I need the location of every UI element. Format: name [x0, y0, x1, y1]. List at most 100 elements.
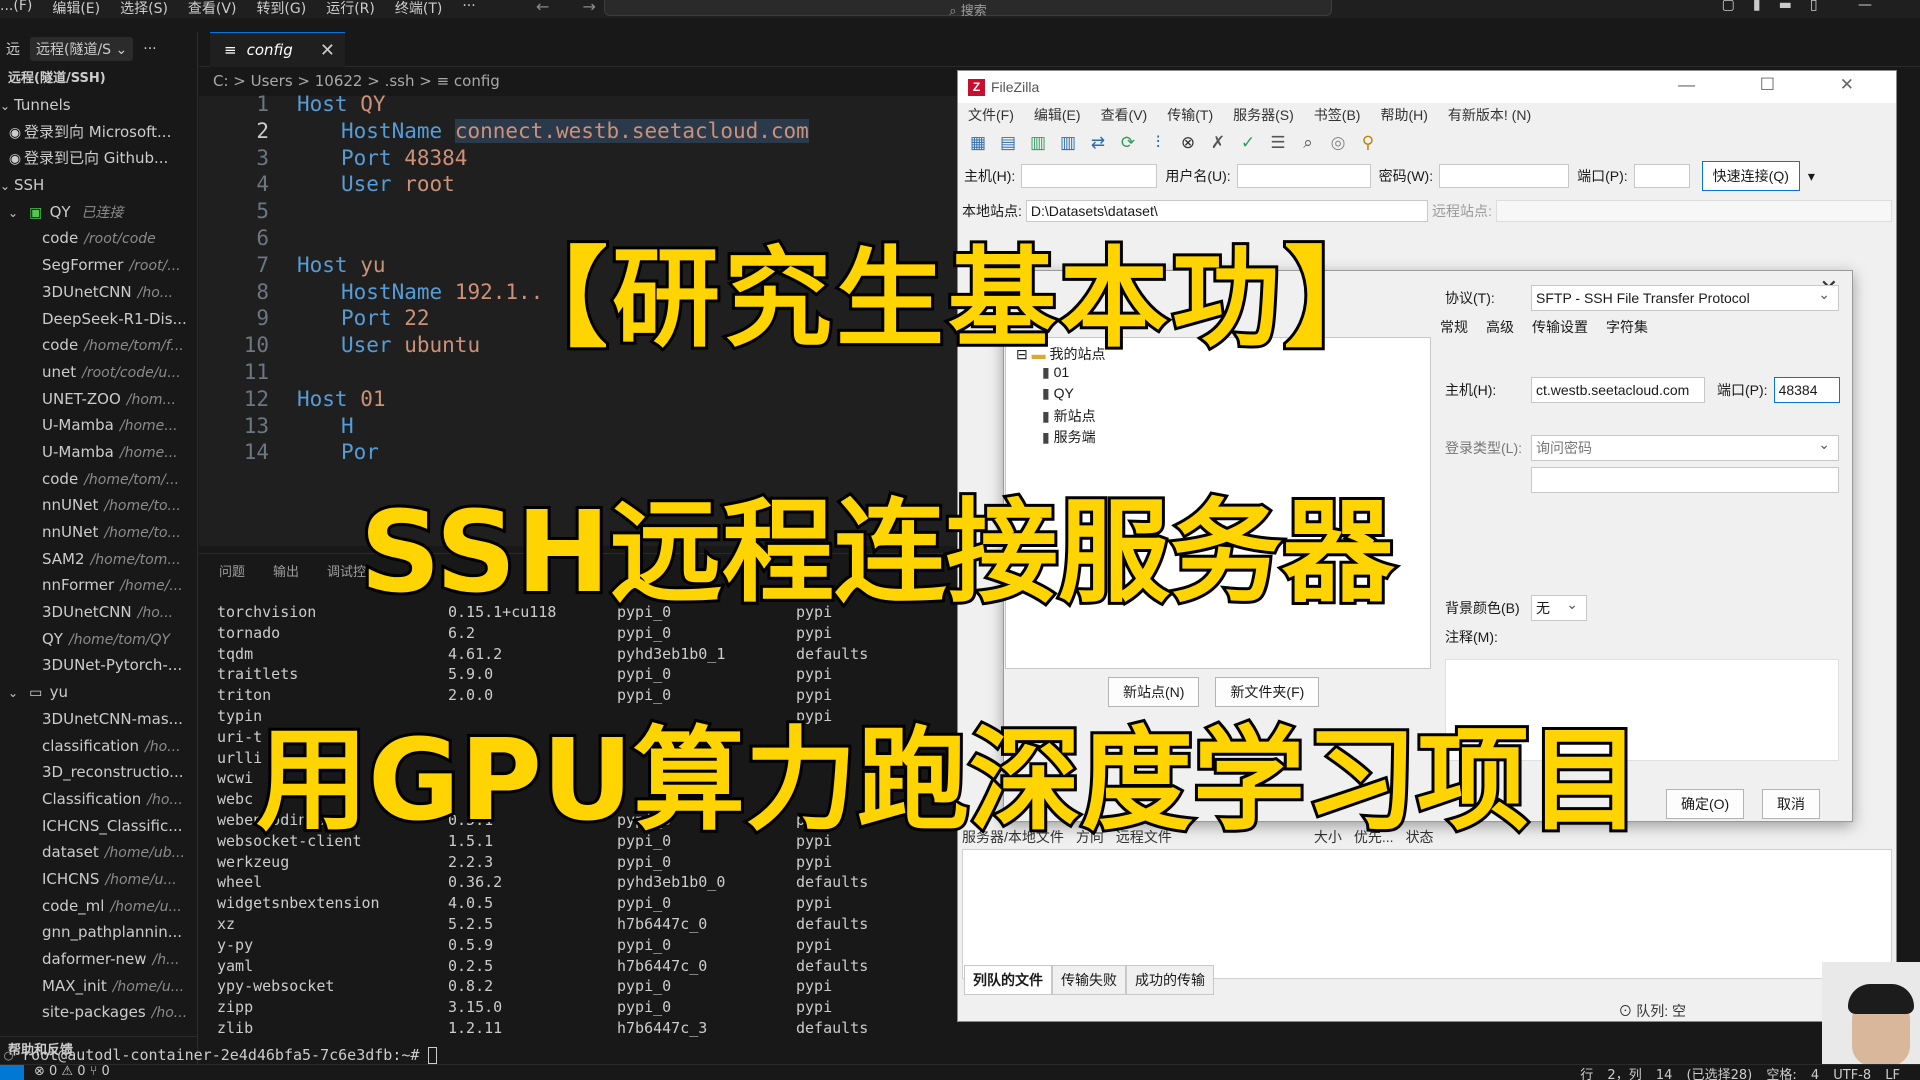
menu-item[interactable]: 查看(V)	[1101, 105, 1148, 125]
site-manager-icon[interactable]: ▦	[966, 131, 990, 155]
message-log-icon[interactable]: ▤	[996, 131, 1020, 155]
tab-config[interactable]: ≡ config ✕	[210, 32, 345, 67]
remote-folder-item[interactable]: 3DUnetCNN-mas...	[0, 706, 197, 733]
settings-tab[interactable]: 传输设置	[1532, 317, 1588, 337]
logon-type-select[interactable]: 询问密码	[1531, 432, 1839, 461]
menu-item[interactable]: 文件(F)	[968, 105, 1014, 125]
remote-folder-item[interactable]: DeepSeek-R1-Dis...	[0, 306, 197, 333]
remote-folder-item[interactable]: 3DUnetCNN/ho...	[0, 279, 197, 306]
remote-folder-item[interactable]: nnUNet/home/to...	[0, 492, 197, 519]
site-port-input[interactable]: 48384	[1773, 377, 1840, 403]
remote-folder-item[interactable]: gnn_pathplannin...	[0, 919, 197, 946]
close-icon[interactable]: ✕	[320, 40, 335, 61]
remote-folder-item[interactable]: QY/home/tom/QY	[0, 626, 197, 653]
tunnel-login-item[interactable]: ◉ 登录到向 Microsoft...	[0, 119, 197, 146]
host-field[interactable]	[1021, 164, 1158, 188]
remote-folder-item[interactable]: ICHCNS_Classific...	[0, 813, 197, 840]
compare-icon[interactable]: ◎	[1326, 131, 1350, 155]
remote-folder-item[interactable]: 3D_reconstructio...	[0, 759, 197, 786]
username-field[interactable]	[1236, 164, 1371, 188]
ssh-host-yu[interactable]: ⌄ ▭ yu	[0, 679, 197, 706]
reconnect-icon[interactable]: ✓	[1236, 131, 1260, 155]
menu-item[interactable]: 帮助(H)	[1380, 105, 1427, 125]
remote-folder-item[interactable]: ICHCNS/home/u...	[0, 866, 197, 893]
panel-tab[interactable]: 问题	[219, 561, 245, 580]
remote-folder-item[interactable]: SAM2/home/tom...	[0, 546, 197, 573]
menu-item[interactable]: 转到(G)	[256, 0, 306, 18]
password-field[interactable]	[1439, 164, 1570, 188]
remote-folder-item[interactable]: classification/ho...	[0, 733, 197, 760]
bgcolor-select[interactable]: 无	[1531, 592, 1587, 621]
disconnect-icon[interactable]: ✗	[1206, 131, 1230, 155]
site-user-input[interactable]	[1531, 467, 1839, 493]
menu-item[interactable]: 选择(S)	[120, 0, 168, 18]
local-tree-icon[interactable]: ▥	[1026, 131, 1050, 155]
remote-folder-item[interactable]: code/home/tom/f...	[0, 332, 197, 359]
remote-type-dropdown[interactable]: 远程(隧道/S ⌄	[30, 37, 134, 61]
settings-tab[interactable]: 字符集	[1606, 317, 1648, 337]
queue-tab[interactable]: 列队的文件	[964, 965, 1052, 995]
remote-folder-item[interactable]: dataset/home/ub...	[0, 839, 197, 866]
site-entry[interactable]: ▮ QY	[1042, 385, 1074, 402]
remote-tree-icon[interactable]: ▥	[1056, 131, 1080, 155]
menu-item[interactable]: 查看(V)	[188, 0, 237, 18]
menu-item[interactable]: 有新版本! (N)	[1448, 105, 1531, 125]
ssh-host-qy[interactable]: ⌄ ▣ QY 已连接	[0, 199, 197, 226]
code-line[interactable]: 14 Por	[199, 436, 379, 468]
site-host-input[interactable]: ct.westb.seetacloud.com	[1531, 377, 1705, 403]
protocol-select[interactable]: SFTP - SSH File Transfer Protocol	[1531, 282, 1839, 311]
queue-tab[interactable]: 传输失败	[1052, 965, 1126, 995]
section-title[interactable]: 远程(隧道/SSH)	[0, 66, 197, 92]
search-icon[interactable]: ⌕	[1296, 131, 1320, 155]
remote-folder-item[interactable]: Classification/ho...	[0, 786, 197, 813]
panel-tab[interactable]: 输出	[273, 561, 299, 580]
menu-item[interactable]: 传输(T)	[1167, 105, 1213, 125]
find-files-icon[interactable]: ⚲	[1356, 131, 1380, 155]
queue-tab[interactable]: 成功的传输	[1126, 965, 1214, 995]
remote-path-input[interactable]	[1495, 200, 1892, 222]
cancel-icon[interactable]: ⊗	[1176, 131, 1200, 155]
remote-folder-item[interactable]: MAX_init/home/u...	[0, 973, 197, 1000]
remote-folder-item[interactable]: daformer-new/h...	[0, 946, 197, 973]
terminal-prompt[interactable]: ○ root@autodl-container-2e4d46bfa5-7c6e3…	[4, 1046, 438, 1064]
transfer-queue-icon[interactable]: ⇄	[1086, 131, 1110, 155]
chevron-down-icon[interactable]: ▾	[1808, 168, 1815, 185]
problems-indicator[interactable]: ⊗ 0 ⚠ 0 ⑂ 0	[34, 1064, 110, 1079]
menu-item[interactable]: 服务器(S)	[1233, 105, 1294, 125]
menu-item[interactable]: ···	[462, 0, 475, 18]
ssh-group[interactable]: ⌄ SSH	[0, 172, 197, 199]
nav-arrows[interactable]: ← →	[536, 0, 610, 16]
site-entry[interactable]: ▮ 新站点	[1042, 406, 1096, 426]
remote-indicator[interactable]	[0, 1065, 24, 1080]
queue-list[interactable]	[962, 849, 1892, 979]
remote-folder-item[interactable]: U-Mamba/home...	[0, 412, 197, 439]
refresh-icon[interactable]: ⟳	[1116, 131, 1140, 155]
remote-folder-item[interactable]: code/root/code	[0, 225, 197, 252]
more-actions-icon[interactable]: ···	[143, 41, 156, 57]
window-controls[interactable]: — ☐ ✕	[1678, 75, 1884, 95]
site-entry[interactable]: ▮ 服务端	[1042, 427, 1096, 447]
cancel-button[interactable]: 取消	[1762, 789, 1820, 819]
port-field[interactable]	[1633, 164, 1690, 188]
settings-tab[interactable]: 常规	[1440, 317, 1468, 337]
remote-folder-item[interactable]: code/home/tom/...	[0, 466, 197, 493]
remote-folder-item[interactable]: 3DUnetCNN/ho...	[0, 599, 197, 626]
menu-item[interactable]: 运行(R)	[326, 0, 375, 18]
menu-item[interactable]: 书签(B)	[1314, 105, 1361, 125]
command-search-input[interactable]: ⌕ 搜索	[604, 0, 1332, 19]
settings-tab[interactable]: 高级	[1486, 317, 1514, 337]
tunnels-group[interactable]: ⌄ Tunnels	[0, 92, 197, 119]
tunnel-login-item[interactable]: ◉ 登录到已向 Github...	[0, 145, 197, 172]
remote-folder-item[interactable]: U-Mamba/home...	[0, 439, 197, 466]
remote-folder-item[interactable]: nnFormer/home/...	[0, 572, 197, 599]
remote-folder-item[interactable]: 3DUNet-Pytorch-...	[0, 652, 197, 679]
remote-folder-item[interactable]: UNET-ZOO/hom...	[0, 386, 197, 413]
remote-folder-item[interactable]: site-packages/ho...	[0, 999, 197, 1026]
menu-item[interactable]: 终端(T)	[395, 0, 442, 18]
menu-item[interactable]: 编辑(E)	[52, 0, 100, 18]
quickconnect-button[interactable]: 快速连接(Q)	[1701, 161, 1800, 191]
remote-folder-item[interactable]: code_ml/home/u...	[0, 893, 197, 920]
remote-folder-item[interactable]: SegFormer/root/...	[0, 252, 197, 279]
process-queue-icon[interactable]: ⫶	[1146, 131, 1170, 155]
cursor-position[interactable]: 行 2，列 14 (已选择28) 空格: 4 UTF-8 LF	[1580, 1064, 1900, 1080]
